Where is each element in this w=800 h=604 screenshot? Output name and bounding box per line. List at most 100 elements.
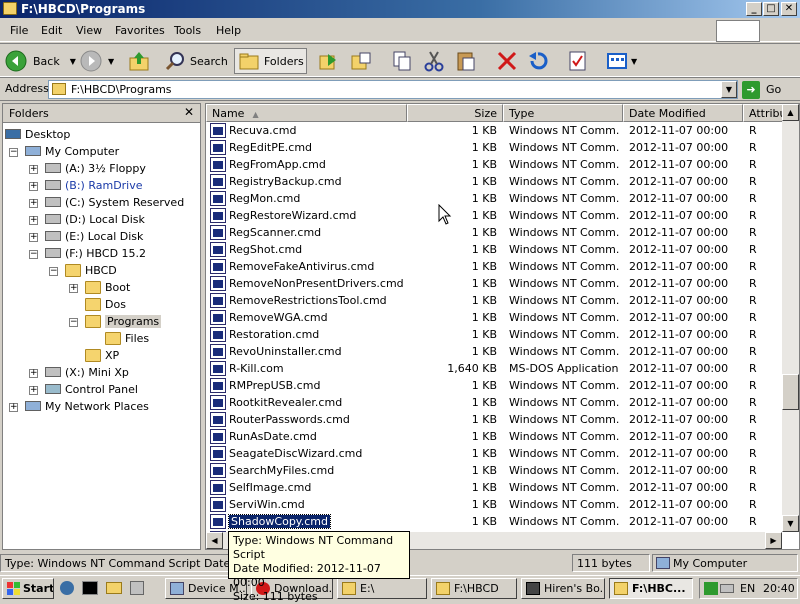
language-indicator[interactable]: EN <box>740 582 755 595</box>
scroll-down-arrow-icon[interactable]: ▼ <box>782 515 799 532</box>
menu-edit[interactable]: Edit <box>41 24 62 37</box>
column-header-date[interactable]: Date Modified <box>623 104 743 122</box>
tray-app-icon[interactable] <box>704 582 718 595</box>
menu-file[interactable]: File <box>10 24 28 37</box>
collapse-toggle[interactable]: − <box>49 267 58 276</box>
properties-button[interactable] <box>567 48 589 74</box>
file-row[interactable]: RemoveFakeAntivirus.cmd 1 KB Windows NT Co… <box>206 258 785 275</box>
close-button[interactable]: ✕ <box>781 2 797 16</box>
copy-button[interactable] <box>391 48 413 74</box>
expand-toggle[interactable]: + <box>29 182 38 191</box>
file-row[interactable]: Restoration.cmd 1 KB Windows NT Comm... 201… <box>206 326 785 343</box>
address-dropdown-chevron-icon[interactable]: ▼ <box>721 81 737 98</box>
vertical-scrollbar[interactable]: ▲ ▼ <box>782 104 799 532</box>
task-hbcd-active[interactable]: F:\HBC... <box>609 578 693 599</box>
expand-toggle[interactable]: + <box>29 386 38 395</box>
file-row[interactable]: RemoveNonPresentDrivers.cmd 1 KB Windows N… <box>206 275 785 292</box>
chevron-down-icon[interactable]: ▼ <box>108 57 114 66</box>
file-row[interactable]: RemoveWGA.cmd 1 KB Windows NT Comm... 2012-… <box>206 309 785 326</box>
views-button[interactable]: ▼ <box>606 48 637 74</box>
file-row[interactable]: ServiWin.cmd 1 KB Windows NT Comm... 2012-1… <box>206 496 785 513</box>
tree-item-desktop[interactable]: Desktop <box>5 126 70 142</box>
desktop-quicklaunch-icon[interactable] <box>130 581 144 595</box>
task-hbcd[interactable]: F:\HBCD <box>431 578 517 599</box>
column-header-type[interactable]: Type <box>503 104 623 122</box>
tree-item-drive-f[interactable]: (F:) HBCD 15.2 <box>45 245 146 261</box>
tree-item-files[interactable]: Files <box>105 330 149 346</box>
scroll-thumb[interactable] <box>782 374 799 410</box>
back-button[interactable]: Back ▼ <box>5 48 76 74</box>
chevron-down-icon[interactable]: ▼ <box>70 57 76 66</box>
expand-toggle[interactable]: + <box>9 403 18 412</box>
file-row[interactable]: RMPrepUSB.cmd 1 KB Windows NT Comm... 2012-… <box>206 377 785 394</box>
menu-tools[interactable]: Tools <box>174 24 201 37</box>
file-row[interactable]: RegFromApp.cmd 1 KB Windows NT Comm... 2012… <box>206 156 785 173</box>
file-row[interactable]: SeagateDiscWizard.cmd 1 KB Windows NT Comm… <box>206 445 785 462</box>
file-row[interactable]: RegMon.cmd 1 KB Windows NT Comm... 2012-11-… <box>206 190 785 207</box>
tree-item-network-places[interactable]: My Network Places <box>25 398 149 414</box>
expand-toggle[interactable]: + <box>69 284 78 293</box>
tree-item-drive-c[interactable]: (C:) System Reserved <box>45 194 184 210</box>
expand-toggle[interactable]: + <box>29 199 38 208</box>
cut-button[interactable] <box>423 48 445 74</box>
start-button[interactable]: Start <box>2 578 54 599</box>
file-row[interactable]: ShadowCopy.cmd 1 KB Windows NT Comm... 2012… <box>206 513 785 530</box>
collapse-toggle[interactable]: − <box>69 318 78 327</box>
file-row[interactable]: RegScanner.cmd 1 KB Windows NT Comm... 2012… <box>206 224 785 241</box>
file-row[interactable]: RevoUninstaller.cmd 1 KB Windows NT Comm..… <box>206 343 785 360</box>
move-to-button[interactable] <box>318 48 340 74</box>
file-row[interactable]: RegShot.cmd 1 KB Windows NT Comm... 2012-11… <box>206 241 785 258</box>
tree-item-drive-a[interactable]: (A:) 3½ Floppy <box>45 160 146 176</box>
task-hirens-boot[interactable]: Hiren's Bo... <box>521 578 605 599</box>
forward-button[interactable]: ▼ <box>80 48 114 74</box>
tree-item-drive-x[interactable]: (X:) Mini Xp <box>45 364 129 380</box>
copy-to-button[interactable] <box>350 48 372 74</box>
tree-item-drive-e[interactable]: (E:) Local Disk <box>45 228 143 244</box>
scroll-up-arrow-icon[interactable]: ▲ <box>782 104 799 121</box>
paste-button[interactable] <box>455 48 477 74</box>
scroll-left-arrow-icon[interactable]: ◀ <box>206 532 223 549</box>
tree-item-hbcd[interactable]: HBCD <box>65 262 117 278</box>
menu-help[interactable]: Help <box>216 24 241 37</box>
column-header-attributes[interactable]: Attribut <box>743 104 785 122</box>
tree-item-dos[interactable]: Dos <box>85 296 126 312</box>
file-row[interactable]: RegRestoreWizard.cmd 1 KB Windows NT Comm.… <box>206 207 785 224</box>
undo-button[interactable] <box>527 48 549 74</box>
file-row[interactable]: RootkitRevealer.cmd 1 KB Windows NT Comm..… <box>206 394 785 411</box>
file-row[interactable]: RegistryBackup.cmd 1 KB Windows NT Comm...… <box>206 173 785 190</box>
file-row[interactable]: SelfImage.cmd 1 KB Windows NT Comm... 2012-… <box>206 479 785 496</box>
file-row[interactable]: RegEditPE.cmd 1 KB Windows NT Comm... 2012-… <box>206 139 785 156</box>
delete-button[interactable] <box>496 48 518 74</box>
collapse-toggle[interactable]: − <box>9 148 18 157</box>
tree-item-boot[interactable]: Boot <box>85 279 130 295</box>
column-header-size[interactable]: Size <box>407 104 503 122</box>
collapse-toggle[interactable]: − <box>29 250 38 259</box>
cmd-quicklaunch-icon[interactable] <box>82 581 98 595</box>
minimize-button[interactable]: _ <box>746 2 762 16</box>
menu-view[interactable]: View <box>76 24 102 37</box>
chevron-down-icon[interactable]: ▼ <box>631 57 637 66</box>
address-input[interactable]: F:\HBCD\Programs ▼ <box>48 80 738 99</box>
expand-toggle[interactable]: + <box>29 369 38 378</box>
tree-item-my-computer[interactable]: My Computer <box>25 143 119 159</box>
tree-item-control-panel[interactable]: Control Panel <box>45 381 138 397</box>
tree-item-programs[interactable]: Programs <box>85 313 162 329</box>
file-row[interactable]: SearchMyFiles.cmd 1 KB Windows NT Comm... 2… <box>206 462 785 479</box>
folders-button[interactable]: Folders <box>234 48 307 74</box>
file-row[interactable]: RunAsDate.cmd 1 KB Windows NT Comm... 2012-… <box>206 428 785 445</box>
file-row[interactable]: Recuva.cmd 1 KB Windows NT Comm... 2012-11-… <box>206 122 785 139</box>
column-header-name[interactable]: Name ▲ <box>206 104 407 122</box>
menu-favorites[interactable]: Favorites <box>115 24 165 37</box>
scroll-right-arrow-icon[interactable]: ▶ <box>765 532 782 549</box>
up-folder-button[interactable] <box>128 48 150 74</box>
expand-toggle[interactable]: + <box>29 233 38 242</box>
file-row[interactable]: RouterPasswords.cmd 1 KB Windows NT Comm..… <box>206 411 785 428</box>
file-row[interactable]: R-Kill.com 1,640 KB MS-DOS Application 2012… <box>206 360 785 377</box>
tree-item-drive-d[interactable]: (D:) Local Disk <box>45 211 145 227</box>
expand-toggle[interactable]: + <box>29 165 38 174</box>
tree-item-drive-b[interactable]: (B:) RamDrive <box>45 177 143 193</box>
expand-toggle[interactable]: + <box>29 216 38 225</box>
search-button[interactable]: Search <box>164 48 228 74</box>
close-icon[interactable]: ✕ <box>184 105 194 119</box>
go-button[interactable]: ➜ Go <box>742 79 797 100</box>
